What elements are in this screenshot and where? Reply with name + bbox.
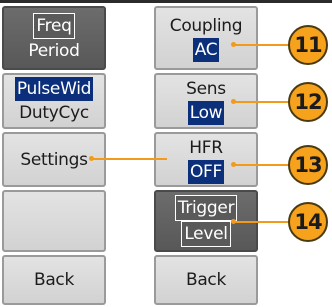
period-option: Period: [28, 41, 80, 61]
leader-line-settings: [92, 158, 167, 160]
leader-dot: [231, 219, 236, 224]
leader-dot: [231, 99, 236, 104]
leader-line-14: [234, 221, 290, 223]
callout-13: 13: [288, 145, 328, 185]
empty-softkey[interactable]: [2, 190, 106, 252]
leader-line-12: [234, 101, 290, 103]
hfr-button[interactable]: HFR OFF: [154, 132, 258, 187]
leader-line-11: [234, 44, 290, 46]
coupling-label: Coupling: [169, 16, 243, 36]
trigger-option: Trigger: [174, 195, 238, 221]
pulsewid-option: PulseWid: [14, 77, 94, 101]
leader-dot: [231, 42, 236, 47]
hfr-label: HFR: [189, 137, 223, 158]
sens-label: Sens: [186, 79, 226, 99]
hfr-value: OFF: [187, 159, 225, 184]
sens-value: Low: [187, 101, 225, 125]
leader-dot: [231, 162, 236, 167]
pulsewid-dutycyc-button[interactable]: PulseWid DutyCyc: [2, 73, 106, 129]
leader-line-13: [234, 164, 290, 166]
callout-14: 14: [288, 202, 328, 242]
top-bar: [0, 0, 332, 3]
coupling-value: AC: [192, 38, 220, 62]
back-button-left[interactable]: Back: [2, 255, 106, 305]
freq-option: Freq: [33, 13, 75, 39]
settings-label: Settings: [20, 149, 88, 170]
callout-11: 11: [288, 25, 328, 65]
coupling-button[interactable]: Coupling AC: [154, 6, 258, 70]
back-label: Back: [33, 270, 75, 290]
callout-12: 12: [288, 82, 328, 122]
back-label: Back: [185, 270, 227, 290]
freq-period-button[interactable]: Freq Period: [2, 6, 106, 70]
back-button-right[interactable]: Back: [154, 255, 258, 305]
leader-dot: [89, 156, 94, 161]
dutycyc-option: DutyCyc: [19, 103, 89, 123]
level-option: Level: [181, 221, 231, 247]
